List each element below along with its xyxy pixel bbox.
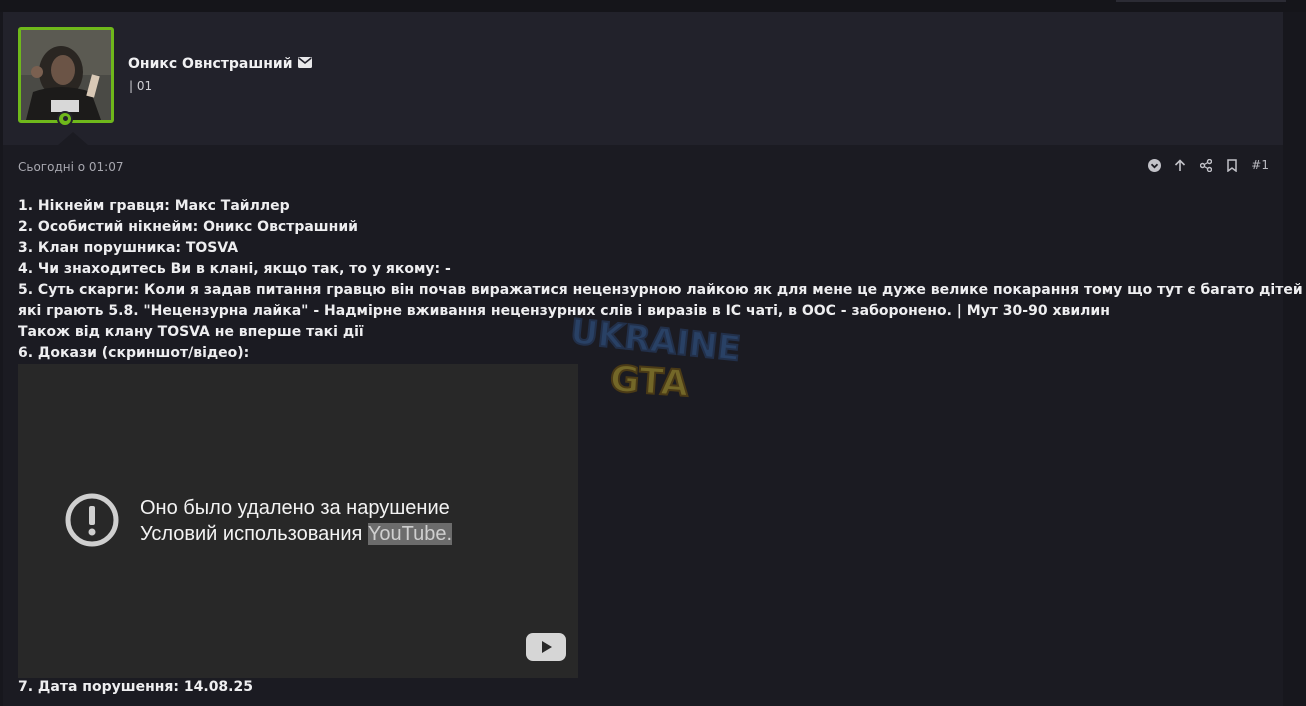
post-line-date: 7. Дата порушення: 14.08.25 <box>18 679 253 695</box>
youtube-link[interactable]: YouTube. <box>367 523 453 545</box>
top-tab <box>1116 0 1286 2</box>
video-removed-message: Оно было удалено за нарушение Условий ис… <box>140 495 453 547</box>
post-line: Також від клану TOSVA не вперше такі дії <box>18 324 364 340</box>
video-message-line2: Условий использования YouTube. <box>140 521 453 547</box>
post-body: 1. Нікнейм гравця: Макс Тайллер 2. Особи… <box>18 196 1303 364</box>
post-line: 3. Клан порушника: TOSVA <box>18 240 239 256</box>
post-line: 5. Суть скарги: Коли я задав питання гра… <box>18 282 1303 298</box>
warning-icon <box>65 493 119 547</box>
bookmark-icon[interactable] <box>1225 158 1239 172</box>
share-icon[interactable] <box>1199 158 1213 172</box>
post-date[interactable]: Сьогодні о 01:07 <box>18 160 123 174</box>
top-bar <box>0 0 1306 12</box>
post-user-header: Оникс Овнстрашний | 01 <box>3 12 1283 145</box>
youtube-embed[interactable]: Оно было удалено за нарушение Условий ис… <box>18 364 578 678</box>
watermark-line2: GTA <box>609 359 690 405</box>
post-line: 4. Чи знаходитесь Ви в клані, якщо так, … <box>18 261 451 277</box>
post-line: 2. Особистий нікнейм: Оникс Овстрашний <box>18 219 358 235</box>
video-message-line1: Оно было удалено за нарушение <box>140 497 450 519</box>
chevron-down-circle-icon[interactable] <box>1147 158 1161 172</box>
post-actions: #1 <box>1147 158 1269 172</box>
post-number[interactable]: #1 <box>1251 158 1269 172</box>
envelope-icon[interactable] <box>297 56 312 72</box>
post-line: 6. Докази (скриншот/відео): <box>18 345 250 361</box>
arrow-up-icon[interactable] <box>1173 158 1187 172</box>
post-container: Оникс Овнстрашний | 01 Сьогодні о 01:07 … <box>3 12 1303 706</box>
author-name[interactable]: Оникс Овнстрашний <box>128 56 312 72</box>
online-status-icon <box>57 111 73 127</box>
header-pointer <box>58 132 88 145</box>
avatar[interactable] <box>18 27 114 123</box>
post-line: які грають 5.8. "Нецензурна лайка" - Над… <box>18 303 1110 319</box>
post-line: 1. Нікнейм гравця: Макс Тайллер <box>18 198 290 214</box>
video-message-text: Условий использования <box>140 523 368 545</box>
author-title: | 01 <box>129 79 153 93</box>
author-name-text[interactable]: Оникс Овнстрашний <box>128 56 293 72</box>
youtube-play-icon[interactable] <box>526 633 566 661</box>
